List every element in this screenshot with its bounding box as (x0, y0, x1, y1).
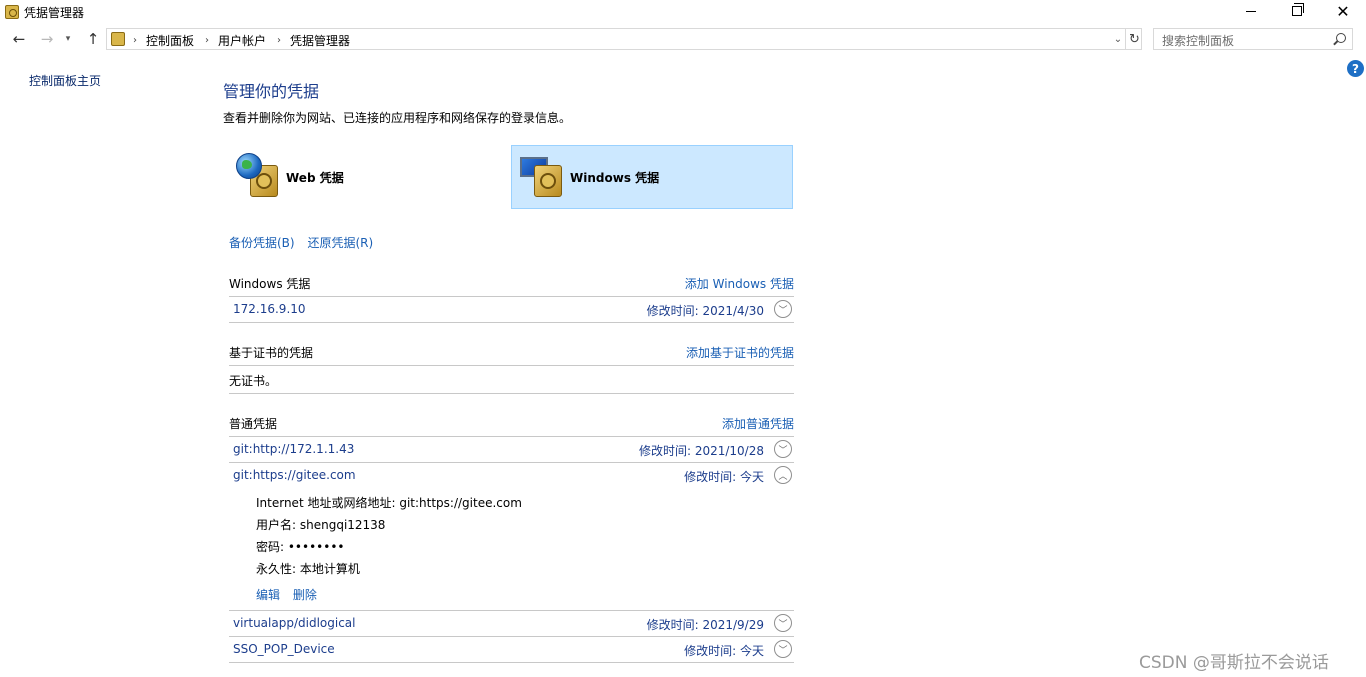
globe-vault-icon (234, 151, 282, 203)
window-title: 凭据管理器 (24, 6, 85, 20)
address-dropdown-button[interactable]: ⌄ (1111, 30, 1125, 48)
credential-row-expanded[interactable]: git:https://gitee.com 修改时间: 今天 ︿ (229, 464, 794, 488)
credential-name: SSO_POP_Device (233, 642, 335, 656)
help-icon[interactable]: ? (1347, 60, 1364, 77)
page-description: 查看并删除你为网站、已连接的应用程序和网络保存的登录信息。 (223, 111, 572, 125)
backup-restore-links: 备份凭据(B) 还原凭据(R) (229, 234, 382, 251)
section-title: 基于证书的凭据 (229, 346, 314, 360)
breadcrumb-user-accounts[interactable]: 用户帐户 (218, 32, 266, 49)
credential-name: git:https://gitee.com (233, 468, 356, 482)
credential-modified: 修改时间: 今天 (684, 644, 764, 658)
divider (229, 296, 794, 297)
restore-button[interactable] (1274, 0, 1320, 22)
add-windows-credential-link[interactable]: 添加 Windows 凭据 (685, 275, 794, 292)
recent-locations-button[interactable]: ▾ (62, 30, 74, 48)
divider (229, 436, 794, 437)
chevron-up-icon[interactable]: ︿ (774, 466, 792, 484)
refresh-icon: ↻ (1129, 31, 1140, 47)
add-certificate-credential-link[interactable]: 添加基于证书的凭据 (686, 344, 794, 361)
restore-icon (1292, 3, 1304, 16)
chevron-down-icon[interactable]: ﹀ (774, 640, 792, 658)
credential-password: 密码: •••••••• (256, 540, 345, 554)
divider (229, 662, 794, 663)
chevron-right-icon: › (133, 35, 137, 46)
credential-name: 172.16.9.10 (233, 302, 306, 316)
close-icon: ✕ (1336, 1, 1350, 21)
credential-modified: 修改时间: 今天 (684, 470, 764, 484)
chevron-down-icon: ▾ (65, 34, 71, 44)
title-bar: 凭据管理器 ✕ (0, 0, 1366, 24)
search-input[interactable]: 搜索控制面板 (1153, 28, 1353, 50)
minimize-icon (1246, 10, 1256, 12)
arrow-right-icon: → (40, 30, 54, 48)
breadcrumb: › 控制面板 › 用户帐户 › 凭据管理器 (133, 32, 361, 49)
divider (229, 636, 794, 637)
chevron-right-icon: › (277, 35, 282, 46)
watermark: CSDN @哥斯拉不会说话 (1139, 653, 1329, 673)
divider (229, 393, 794, 394)
up-button[interactable]: ↑ (83, 30, 103, 48)
delete-credential-link[interactable]: 删除 (293, 588, 317, 602)
monitor-vault-icon (518, 151, 566, 203)
credential-row[interactable]: SSO_POP_Device 修改时间: 今天 ﹀ (229, 638, 794, 662)
restore-credentials-link[interactable]: 还原凭据(R) (307, 236, 373, 250)
navigation-bar: ← → ▾ ↑ › 控制面板 › 用户帐户 › 凭据管理器 ⌄ ↻ 搜索控制面板 (0, 24, 1366, 56)
credential-address: Internet 地址或网络地址: git:https://gitee.com (256, 496, 522, 510)
credential-modified: 修改时间: 2021/4/30 (646, 304, 764, 318)
credential-row[interactable]: 172.16.9.10 修改时间: 2021/4/30 ﹀ (229, 298, 794, 322)
credential-name: virtualapp/didlogical (233, 616, 356, 630)
forward-button[interactable]: → (37, 30, 57, 48)
no-certificates-text: 无证书。 (229, 374, 278, 388)
chevron-down-icon[interactable]: ﹀ (774, 614, 792, 632)
credential-manager-icon (5, 5, 19, 19)
search-icon (1336, 33, 1346, 43)
search-placeholder: 搜索控制面板 (1162, 34, 1235, 48)
control-panel-home-link[interactable]: 控制面板主页 (29, 72, 101, 89)
backup-credentials-link[interactable]: 备份凭据(B) (229, 236, 295, 250)
control-panel-icon (111, 32, 125, 46)
close-button[interactable]: ✕ (1320, 0, 1366, 22)
credential-modified: 修改时间: 2021/10/28 (638, 444, 764, 458)
chevron-down-icon[interactable]: ﹀ (774, 300, 792, 318)
page-title: 管理你的凭据 (223, 82, 320, 101)
address-bar[interactable]: › 控制面板 › 用户帐户 › 凭据管理器 ⌄ ↻ (106, 28, 1142, 50)
refresh-button[interactable]: ↻ (1125, 29, 1143, 49)
credential-username: 用户名: shengqi12138 (256, 518, 386, 532)
divider (229, 365, 794, 366)
arrow-up-icon: ↑ (86, 30, 100, 48)
web-credentials-tab[interactable]: Web 凭据 (228, 145, 510, 209)
credential-persistence: 永久性: 本地计算机 (256, 562, 360, 576)
section-title: 普通凭据 (229, 417, 278, 431)
chevron-right-icon: › (205, 35, 210, 46)
minimize-button[interactable] (1228, 0, 1274, 22)
chevron-down-icon: ⌄ (1113, 33, 1123, 45)
breadcrumb-credential-manager[interactable]: 凭据管理器 (290, 32, 350, 49)
arrow-left-icon: ← (12, 30, 26, 48)
section-title: Windows 凭据 (229, 277, 311, 291)
divider (229, 610, 794, 611)
credential-name: git:http://172.1.1.43 (233, 442, 355, 456)
divider (229, 322, 794, 323)
web-credentials-label: Web 凭据 (286, 170, 344, 185)
windows-credentials-tab[interactable]: Windows 凭据 (511, 145, 793, 209)
credential-row[interactable]: git:http://172.1.1.43 修改时间: 2021/10/28 ﹀ (229, 438, 794, 462)
credential-row[interactable]: virtualapp/didlogical 修改时间: 2021/9/29 ﹀ (229, 612, 794, 636)
credential-actions: 编辑 删除 (256, 586, 326, 603)
add-generic-credential-link[interactable]: 添加普通凭据 (722, 415, 794, 432)
breadcrumb-control-panel[interactable]: 控制面板 (146, 32, 194, 49)
windows-credentials-label: Windows 凭据 (570, 170, 660, 185)
edit-credential-link[interactable]: 编辑 (256, 588, 280, 602)
credential-modified: 修改时间: 2021/9/29 (646, 618, 764, 632)
divider (229, 462, 794, 463)
chevron-down-icon[interactable]: ﹀ (774, 440, 792, 458)
back-button[interactable]: ← (9, 30, 29, 48)
